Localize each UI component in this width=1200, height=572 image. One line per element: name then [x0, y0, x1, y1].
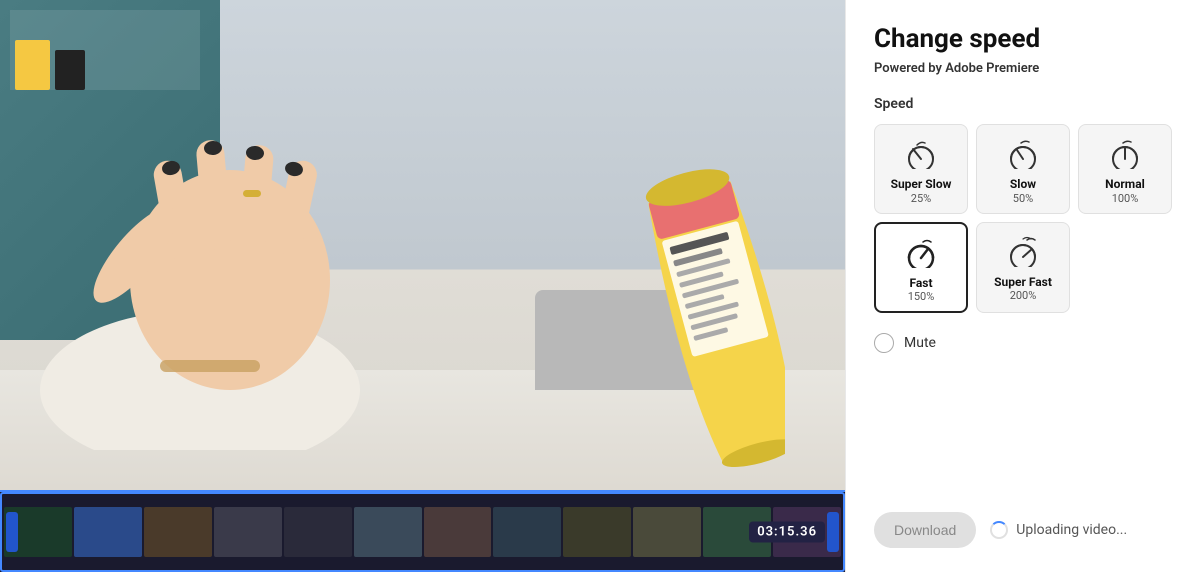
speed-name-slow: Slow — [1010, 177, 1036, 191]
panel-subtitle: Powered by Adobe Premiere — [874, 61, 1172, 76]
speed-card-normal[interactable]: Normal 100% — [1078, 124, 1172, 213]
speed-card-super-fast[interactable]: Super Fast 200% — [976, 222, 1070, 313]
video-preview — [0, 0, 845, 490]
speed-icon-slow — [1001, 135, 1045, 171]
thumb-4 — [214, 507, 282, 557]
speed-grid-row2: Fast 150% Super Fast 200% — [874, 222, 1172, 313]
speed-section-label: Speed — [874, 96, 1172, 112]
speed-grid-row1: Super Slow 25% Slow 50% — [874, 124, 1172, 213]
timeline-timecode: 03:15.36 — [749, 522, 825, 543]
speed-icon-super-fast — [1001, 233, 1045, 269]
action-row: Download Uploading video... — [874, 512, 1172, 548]
timeline-thumbnails — [0, 504, 845, 560]
thumb-6 — [354, 507, 422, 557]
speed-pct-normal: 100% — [1112, 192, 1139, 205]
speed-card-fast[interactable]: Fast 150% — [874, 222, 968, 313]
mute-row: Mute — [874, 333, 1172, 353]
speed-pct-super-fast: 200% — [1010, 289, 1037, 302]
speed-icon-normal — [1103, 135, 1147, 171]
timeline[interactable]: 03:15.36 — [0, 490, 845, 572]
speed-pct-slow: 50% — [1013, 192, 1033, 205]
panel-title: Change speed — [874, 24, 1172, 55]
mute-label: Mute — [904, 335, 936, 351]
thumb-1 — [4, 507, 72, 557]
speed-icon-fast — [899, 234, 943, 270]
uploading-label: Uploading video... — [1016, 522, 1127, 538]
can-image — [630, 40, 785, 480]
right-panel: Change speed Powered by Adobe Premiere S… — [845, 0, 1200, 572]
speed-card-super-slow[interactable]: Super Slow 25% — [874, 124, 968, 213]
speed-pct-super-slow: 25% — [911, 192, 931, 205]
speed-card-empty — [1078, 222, 1172, 313]
speed-name-super-fast: Super Fast — [994, 275, 1052, 289]
speed-card-slow[interactable]: Slow 50% — [976, 124, 1070, 213]
hand-image — [20, 60, 440, 450]
timeline-track[interactable]: 03:15.36 — [0, 492, 845, 572]
speed-pct-fast: 150% — [908, 290, 935, 303]
upload-spinner — [990, 521, 1008, 539]
mute-toggle[interactable] — [874, 333, 894, 353]
speed-name-fast: Fast — [909, 276, 932, 290]
thumb-7 — [424, 507, 492, 557]
uploading-status: Uploading video... — [990, 521, 1127, 539]
thumb-8 — [493, 507, 561, 557]
thumb-9 — [563, 507, 631, 557]
subtitle-brand: Adobe Premiere — [945, 61, 1039, 76]
thumb-5 — [284, 507, 352, 557]
speed-name-normal: Normal — [1105, 177, 1145, 191]
thumb-3 — [144, 507, 212, 557]
speed-name-super-slow: Super Slow — [891, 177, 952, 191]
thumb-2 — [74, 507, 142, 557]
subtitle-prefix: Powered by — [874, 61, 945, 76]
thumb-10 — [633, 507, 701, 557]
speed-icon-super-slow — [899, 135, 943, 171]
download-button[interactable]: Download — [874, 512, 976, 548]
left-panel: 03:15.36 — [0, 0, 845, 572]
